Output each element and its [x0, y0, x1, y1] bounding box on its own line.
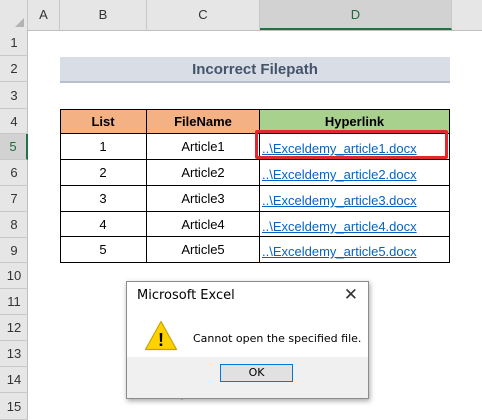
- row-header-5[interactable]: 5: [0, 134, 28, 160]
- column-header-bar: A B C D: [0, 0, 482, 31]
- header-list[interactable]: List: [60, 109, 147, 134]
- select-all-corner[interactable]: [0, 0, 28, 30]
- hyperlink-article2[interactable]: ..\Exceldemy_article2.docx: [260, 160, 450, 186]
- ok-button[interactable]: OK: [220, 364, 293, 382]
- row-header-15[interactable]: 15: [0, 393, 28, 420]
- table-cell-filename[interactable]: Article2: [147, 160, 260, 186]
- warning-icon: !: [144, 320, 178, 351]
- warning-mark: !: [158, 330, 164, 350]
- table-cell-list[interactable]: 1: [60, 134, 147, 160]
- row-header-9[interactable]: 9: [0, 238, 28, 263]
- hyperlink-article5[interactable]: ..\Exceldemy_article5.docx: [260, 237, 450, 263]
- column-header-c[interactable]: C: [147, 0, 260, 30]
- table-cell-list[interactable]: 3: [60, 186, 147, 212]
- table-cell-filename[interactable]: Article1: [147, 134, 260, 160]
- column-header-b[interactable]: B: [60, 0, 147, 30]
- header-filename[interactable]: FileName: [147, 109, 260, 134]
- row-header-14[interactable]: 14: [0, 367, 28, 393]
- dialog-message: Cannot open the specified file.: [193, 332, 362, 345]
- row-header-bar: 1 2 3 4 5 6 7 8 9 10 11 12 13 14 15: [0, 30, 28, 420]
- hyperlink-article4[interactable]: ..\Exceldemy_article4.docx: [260, 212, 450, 237]
- row-header-3[interactable]: 3: [0, 82, 28, 109]
- hyperlink-article3[interactable]: ..\Exceldemy_article3.docx: [260, 186, 450, 212]
- row-header-1[interactable]: 1: [0, 30, 28, 56]
- column-header-e[interactable]: [452, 0, 482, 30]
- table-cell-list[interactable]: 4: [60, 212, 147, 237]
- error-dialog: Microsoft Excel ✕ ! Cannot open the spec…: [126, 281, 369, 399]
- row-header-7[interactable]: 7: [0, 186, 28, 212]
- row-header-4[interactable]: 4: [0, 109, 28, 134]
- row-header-11[interactable]: 11: [0, 289, 28, 315]
- row-header-13[interactable]: 13: [0, 341, 28, 367]
- sheet-title[interactable]: Incorrect Filepath: [60, 57, 450, 83]
- highlight-box: [255, 130, 448, 159]
- table-cell-filename[interactable]: Article4: [147, 212, 260, 237]
- table-cell-list[interactable]: 2: [60, 160, 147, 186]
- table-cell-list[interactable]: 5: [60, 237, 147, 263]
- column-header-d[interactable]: D: [260, 0, 452, 30]
- row-header-6[interactable]: 6: [0, 160, 28, 186]
- dialog-title: Microsoft Excel: [137, 288, 235, 303]
- table-cell-filename[interactable]: Article3: [147, 186, 260, 212]
- dialog-body: ! Cannot open the specified file.: [127, 313, 368, 363]
- dialog-button-bar: OK: [127, 357, 368, 398]
- row-header-12[interactable]: 12: [0, 315, 28, 341]
- column-header-a[interactable]: A: [28, 0, 60, 30]
- row-header-2[interactable]: 2: [0, 56, 28, 82]
- row-header-10[interactable]: 10: [0, 263, 28, 289]
- close-icon[interactable]: ✕: [344, 286, 358, 304]
- row-header-8[interactable]: 8: [0, 212, 28, 238]
- table-cell-filename[interactable]: Article5: [147, 237, 260, 263]
